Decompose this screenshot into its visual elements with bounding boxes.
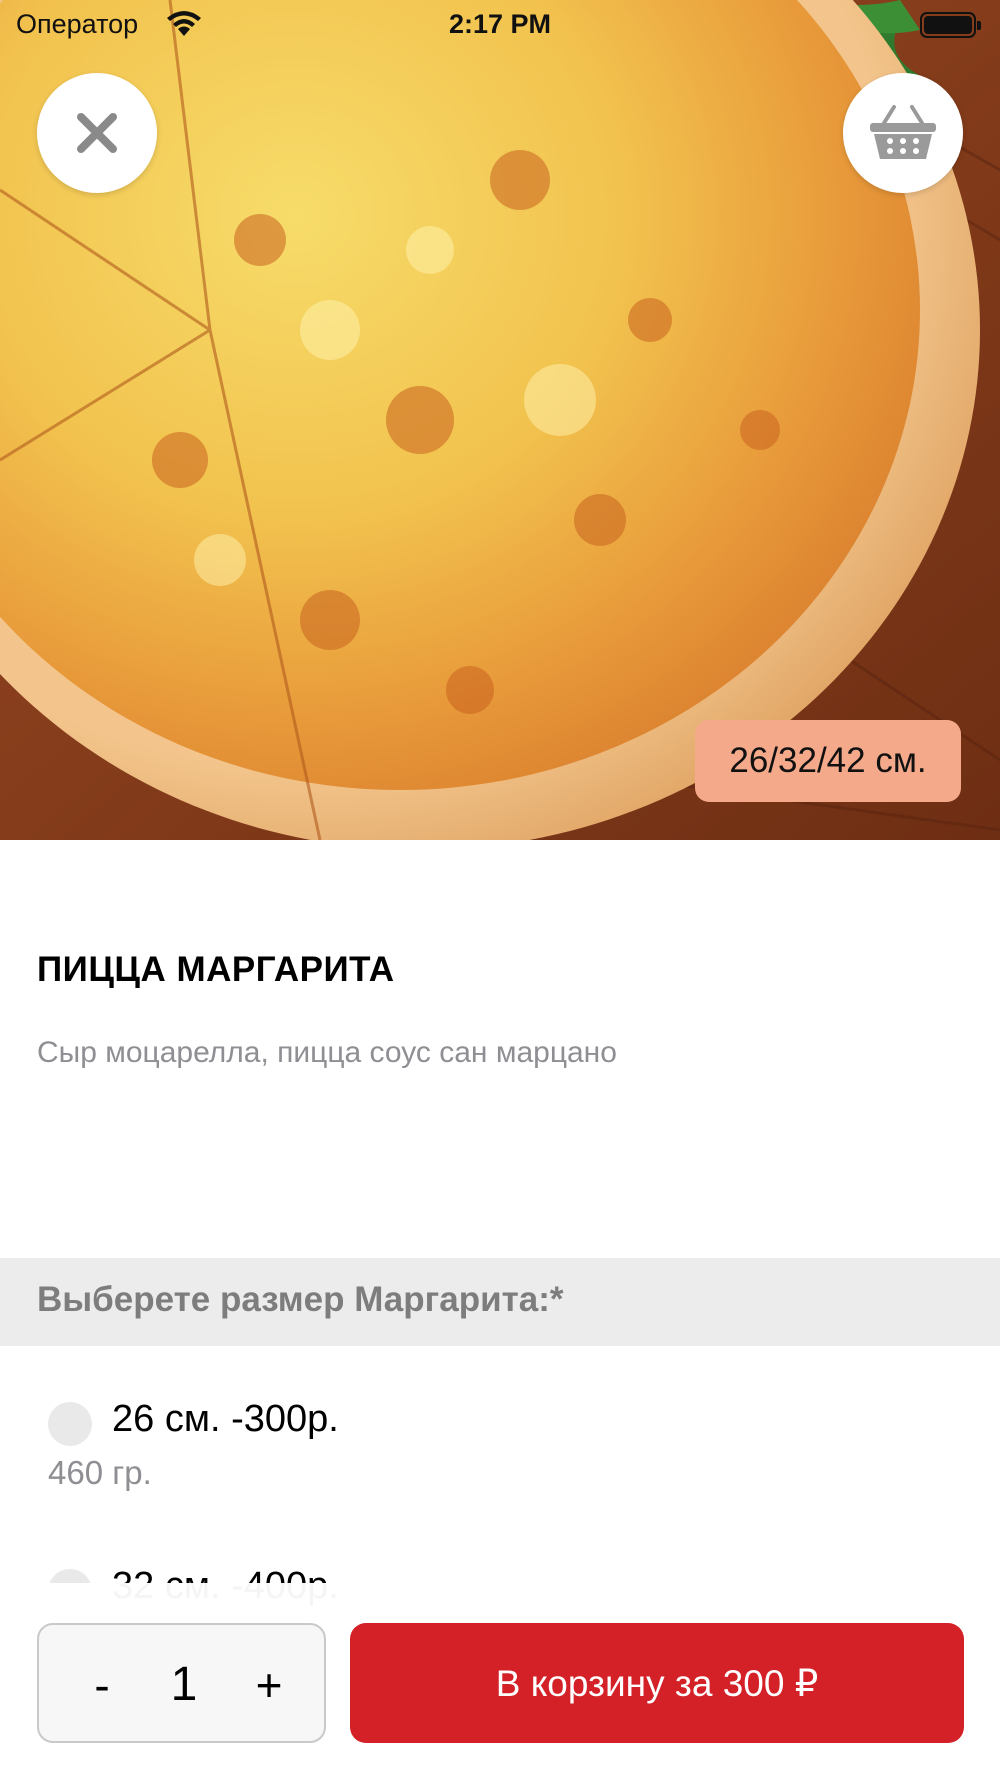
size-badge: 26/32/42 см. — [695, 720, 961, 802]
quantity-stepper: - 1 + — [37, 1623, 326, 1743]
product-title: ПИЦЦА МАРГАРИТА — [37, 950, 395, 989]
clock: 2:17 PM — [448, 9, 552, 39]
size-section-title: Выберете размер Маргарита:* — [37, 1280, 564, 1319]
status-bar: Оператор 2:17 PM — [0, 0, 1000, 50]
close-icon — [77, 113, 117, 153]
size-option-label: 26 см. -300р. — [112, 1398, 339, 1440]
size-option-weight: 460 гр. — [48, 1454, 152, 1491]
close-button[interactable] — [37, 73, 157, 193]
add-to-cart-button[interactable]: В корзину за 300 ₽ — [350, 1623, 964, 1743]
radio-button[interactable] — [48, 1402, 92, 1446]
increase-button[interactable]: + — [234, 1647, 304, 1723]
quantity-value: 1 — [170, 1658, 198, 1711]
product-description: Сыр моцарелла, пицца соус сан марцано — [37, 1036, 617, 1069]
decrease-button[interactable]: - — [67, 1647, 137, 1723]
size-option[interactable]: 26 см. -300р. 460 гр. — [48, 1398, 948, 1498]
cart-button[interactable] — [843, 73, 963, 193]
size-section-header: Выберете размер Маргарита:* — [0, 1258, 1000, 1346]
basket-icon — [870, 105, 936, 159]
battery-icon — [920, 12, 981, 38]
bottom-bar: - 1 + В корзину за 300 ₽ — [0, 1583, 1000, 1778]
